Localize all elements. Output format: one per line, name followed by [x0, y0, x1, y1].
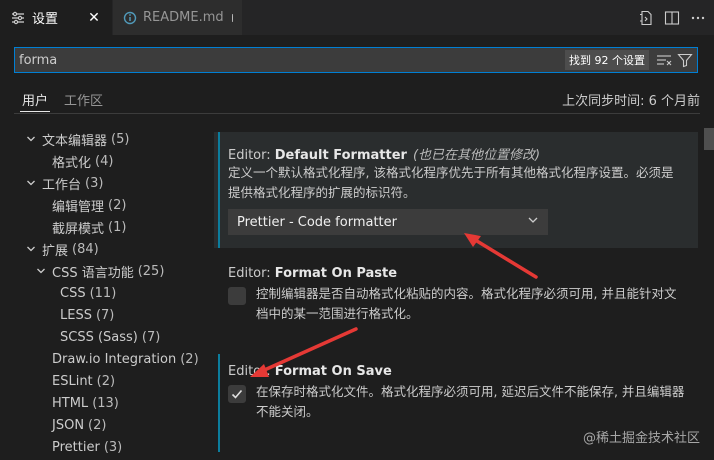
- open-settings-json-icon[interactable]: [638, 10, 654, 26]
- info-icon: [123, 10, 137, 26]
- setting-format-on-paste: Editor: Format On Paste 控制编辑器是否自动格式化粘贴的内…: [214, 264, 698, 344]
- setting-description: 定义一个默认格式化程序, 该格式化程序优先于所有其他格式化程序设置。必须是提供格…: [228, 165, 674, 200]
- toc-count: (2): [88, 417, 107, 433]
- toc-label: 截屏模式: [52, 221, 105, 237]
- clear-filter-icon[interactable]: [655, 51, 673, 69]
- settings-toc: 文本编辑器 (5) 格式化 (4) 工作台 (3) 编辑管理 (2) 截屏模式 (1) 扩…: [14, 128, 200, 458]
- setting-default-formatter: Editor: Default Formatter (也已在其他位置修改) 定义一…: [214, 132, 698, 248]
- toc-item-screencast-mode[interactable]: 截屏模式 (1): [14, 216, 200, 238]
- format-on-save-checkbox[interactable]: [228, 385, 246, 403]
- settings-list-icon: [10, 10, 26, 26]
- toc-item-text-editor[interactable]: 文本编辑器 (5): [14, 128, 200, 150]
- chevron-down-icon: [24, 176, 38, 190]
- settings-scope-bar: 用户 工作区 上次同步时间: 6 个月前: [14, 84, 700, 114]
- search-input[interactable]: [15, 48, 565, 72]
- toc-label: HTML: [52, 395, 89, 411]
- setting-name: Format On Paste: [274, 266, 398, 281]
- toc-item-drawio-integration[interactable]: Draw.io Integration (2): [14, 348, 200, 370]
- toc-label: CSS 语言功能: [52, 265, 134, 281]
- tab-user[interactable]: 用户: [19, 90, 51, 112]
- toc-item-css[interactable]: CSS (11): [14, 282, 200, 304]
- toc-item-eslint[interactable]: ESLint (2): [14, 370, 200, 392]
- toc-item-editor-management[interactable]: 编辑管理 (2): [14, 194, 200, 216]
- scrollbar[interactable]: [704, 128, 714, 460]
- setting-description: 在保存时格式化文件。格式化程序必须可用, 延迟后文件不能保存, 并且编辑器不能关…: [256, 384, 685, 419]
- setting-category: Editor:: [228, 266, 275, 281]
- toc-item-json[interactable]: JSON (2): [14, 414, 200, 436]
- select-value: Prettier - Code formatter: [237, 214, 397, 230]
- chevron-down-icon: [34, 264, 48, 278]
- toc-label: 工作台: [42, 177, 82, 193]
- toc-label: JSON: [52, 417, 85, 433]
- sync-status: 上次同步时间: 6 个月前: [562, 94, 700, 109]
- chevron-down-icon: [24, 242, 38, 256]
- toc-label: ESLint: [52, 373, 93, 389]
- toc-count: (7): [141, 329, 161, 345]
- toc-item-html[interactable]: HTML (13): [14, 392, 200, 414]
- tab-workspace[interactable]: 工作区: [64, 90, 103, 109]
- toc-count: (2): [180, 351, 199, 367]
- toc-item-css-language-features[interactable]: CSS 语言功能 (25): [14, 260, 200, 282]
- toc-item-extensions[interactable]: 扩展 (84): [14, 238, 200, 260]
- toc-item-prettier[interactable]: Prettier (3): [14, 436, 200, 458]
- chevron-down-icon: [527, 214, 539, 230]
- filter-icon[interactable]: [676, 51, 694, 69]
- toc-count: (1): [108, 219, 127, 235]
- toc-item-workbench[interactable]: 工作台 (3): [14, 172, 200, 194]
- toc-item-scss[interactable]: SCSS (Sass) (7): [14, 326, 200, 348]
- toc-label: 格式化: [52, 155, 92, 171]
- toc-label: Prettier: [52, 439, 100, 455]
- toc-count: (4): [95, 153, 114, 169]
- setting-title: Editor: Default Formatter (也已在其他位置修改): [228, 144, 540, 163]
- default-formatter-select[interactable]: Prettier - Code formatter: [228, 209, 548, 235]
- editor-tab-bar: 设置 ✕ README.md: [0, 0, 714, 35]
- tab-readme-label: README.md: [143, 10, 224, 25]
- watermark: @稀土掘金技术社区: [582, 431, 700, 446]
- settings-search-box: 找到 92 个设置: [14, 47, 698, 73]
- scrollbar-thumb[interactable]: [704, 128, 714, 150]
- format-on-paste-checkbox[interactable]: [228, 287, 246, 305]
- setting-name: Format On Save: [274, 364, 392, 379]
- toc-count: (7): [95, 307, 115, 323]
- toc-label: SCSS (Sass): [60, 329, 138, 345]
- toc-count: (3): [103, 439, 123, 455]
- search-result-count: 找到 92 个设置: [565, 50, 649, 70]
- toc-count: (5): [111, 131, 130, 147]
- toc-count: (2): [108, 197, 127, 213]
- split-editor-icon[interactable]: [664, 10, 680, 26]
- toc-count: (2): [96, 373, 116, 389]
- toc-label: 文本编辑器: [42, 133, 108, 149]
- modified-elsewhere-note[interactable]: (也已在其他位置修改): [413, 148, 540, 163]
- setting-category: Editor:: [228, 364, 275, 379]
- setting-title: Editor: Format On Paste: [228, 266, 397, 281]
- setting-name: Default Formatter: [274, 148, 407, 163]
- close-icon[interactable]: ✕: [86, 10, 102, 26]
- tab-readme[interactable]: README.md: [112, 0, 242, 35]
- toc-count: (13): [92, 395, 119, 411]
- check-icon: [231, 389, 243, 399]
- setting-description: 控制编辑器是否自动格式化粘贴的内容。格式化程序必须可用, 并且能针对文档中的某一…: [256, 286, 677, 321]
- toc-item-less[interactable]: LESS (7): [14, 304, 200, 326]
- toc-label: 编辑管理: [52, 199, 105, 215]
- setting-title: Editor: Format On Save: [228, 364, 392, 379]
- toc-count: (3): [85, 175, 104, 191]
- toc-label: 扩展: [42, 243, 69, 259]
- toc-count: (11): [89, 285, 117, 301]
- toc-label: CSS: [60, 285, 86, 301]
- toc-label: LESS: [60, 307, 92, 323]
- toc-item-formatting[interactable]: 格式化 (4): [14, 150, 200, 172]
- setting-category: Editor:: [228, 148, 275, 163]
- toc-count: (84): [72, 241, 99, 257]
- tab-settings-label: 设置: [32, 12, 59, 27]
- tab-settings[interactable]: 设置 ✕: [0, 0, 112, 35]
- toc-label: Draw.io Integration: [52, 351, 177, 367]
- more-actions-icon[interactable]: [690, 10, 706, 26]
- editor-actions: [638, 0, 706, 35]
- chevron-down-icon: [24, 132, 38, 146]
- toc-count: (25): [137, 263, 165, 279]
